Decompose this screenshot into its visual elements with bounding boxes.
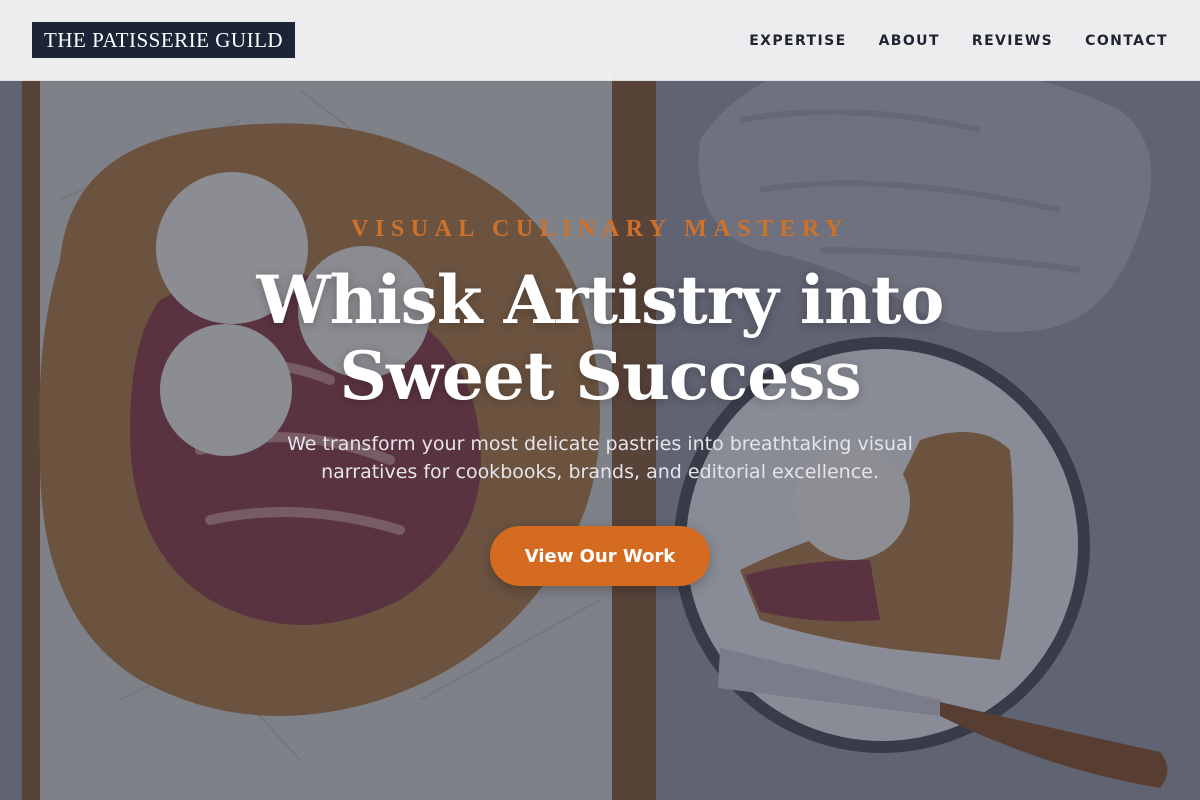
nav-link-expertise[interactable]: EXPERTISE xyxy=(749,33,846,49)
hero-subtitle: We transform your most delicate pastries… xyxy=(287,433,913,483)
hero-eyebrow: VISUAL CULINARY MASTERY xyxy=(351,216,849,242)
site-logo[interactable]: THE PATISSERIE GUILD xyxy=(32,22,296,58)
hero-content: VISUAL CULINARY MASTERY Whisk Artistry i… xyxy=(0,0,1200,800)
hero-headline: Whisk Artistry into Sweet Success xyxy=(256,261,945,415)
site-header: THE PATISSERIE GUILD EXPERTISE ABOUT REV… xyxy=(0,0,1200,81)
main-nav: EXPERTISE ABOUT REVIEWS CONTACT xyxy=(749,0,1168,81)
nav-link-contact[interactable]: CONTACT xyxy=(1085,33,1168,49)
nav-link-reviews[interactable]: REVIEWS xyxy=(972,33,1053,49)
nav-link-about[interactable]: ABOUT xyxy=(879,33,940,49)
view-our-work-button[interactable]: View Our Work xyxy=(490,526,710,586)
